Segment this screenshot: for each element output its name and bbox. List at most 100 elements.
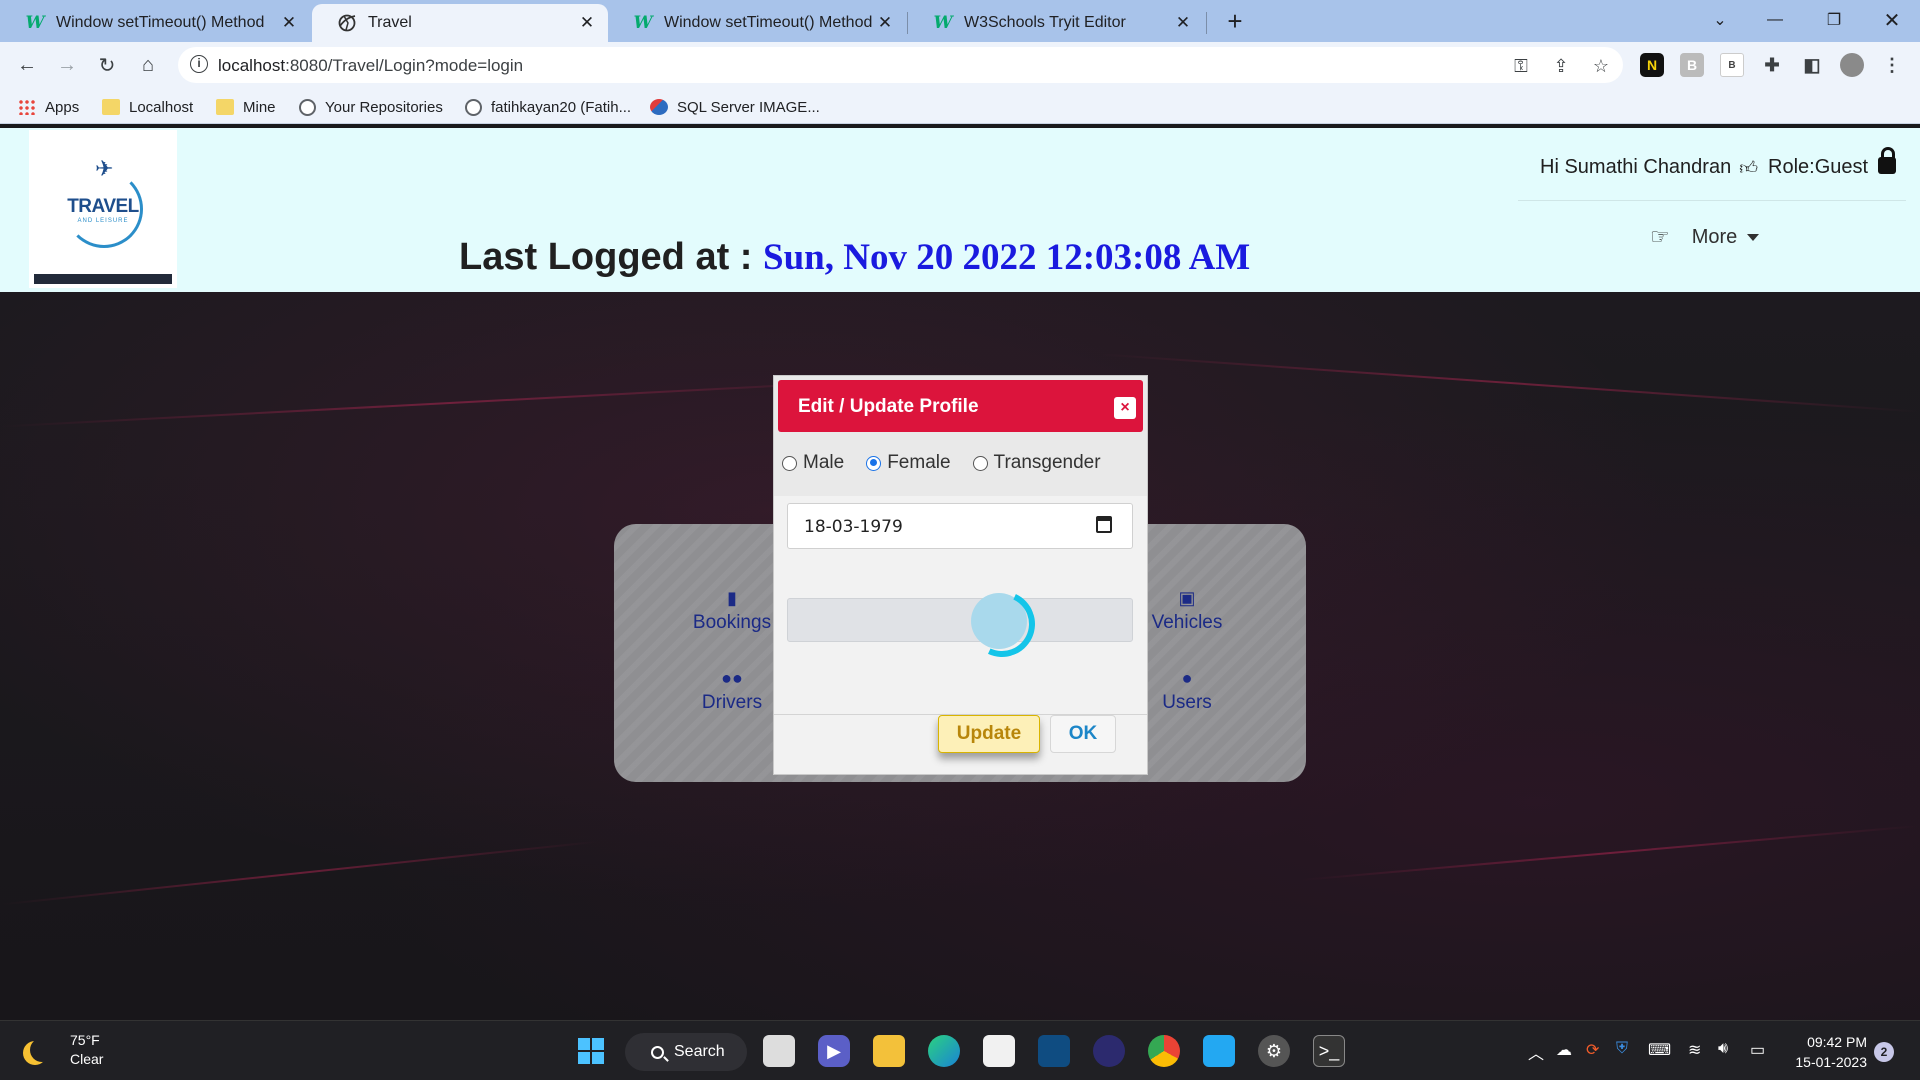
- onedrive-icon[interactable]: ☁: [1556, 1040, 1572, 1060]
- restore-icon[interactable]: ❐: [1806, 0, 1862, 40]
- close-icon[interactable]: ✕: [280, 13, 298, 33]
- date-of-birth-input[interactable]: 18-03-1979: [787, 503, 1133, 549]
- weather-widget[interactable]: 75°F Clear: [22, 1031, 103, 1069]
- forward-icon[interactable]: →: [52, 50, 82, 80]
- tray-overflow-icon[interactable]: ︿: [1528, 1040, 1544, 1064]
- tab-title: Window setTimeout() Method: [56, 14, 265, 31]
- back-icon[interactable]: ←: [12, 50, 42, 80]
- logo-word: TRAVEL: [67, 196, 139, 217]
- close-icon[interactable]: ✕: [578, 13, 596, 33]
- bookmark-sql-server[interactable]: SQL Server IMAGE...: [650, 96, 820, 118]
- logo-footer-bar: [34, 274, 172, 284]
- user-greeting: Hi Sumathi Chandran: [1540, 156, 1732, 178]
- extension-icon[interactable]: N: [1640, 53, 1664, 77]
- extension-b-icon[interactable]: B: [1680, 53, 1704, 77]
- browser-tab-active[interactable]: Travel ✕: [312, 4, 608, 42]
- last-logged-timestamp: Sun, Nov 20 2022 12:03:08 AM: [763, 237, 1251, 278]
- chat-icon[interactable]: ▶: [818, 1035, 850, 1067]
- taskbar-clock[interactable]: 09:42 PM 15-01-2023: [1787, 1032, 1867, 1072]
- tab-title: Window setTimeout() Method: [664, 14, 873, 31]
- edit-profile-modal: Edit / Update Profile × Male Female Tran…: [773, 375, 1148, 775]
- browser-tab-strip: W Window setTimeout() Method ✕ Travel ✕ …: [0, 0, 1920, 42]
- gender-label-female: Female: [887, 452, 951, 473]
- extension-b-small-icon[interactable]: B: [1720, 53, 1744, 77]
- browser-tab[interactable]: W Window setTimeout() Method ✕: [608, 4, 906, 42]
- bookmark-fatihkayan[interactable]: fatihkayan20 (Fatih...: [465, 96, 631, 118]
- bookmark-star-icon[interactable]: ☆: [1590, 55, 1612, 77]
- header-divider: [1518, 200, 1906, 201]
- search-label: Search: [674, 1043, 725, 1060]
- notification-badge[interactable]: 2: [1874, 1042, 1894, 1062]
- bookmarks-bar: Apps Localhost Mine Your Repositories fa…: [0, 88, 1920, 124]
- key-icon[interactable]: ⚿: [1510, 55, 1532, 77]
- close-icon[interactable]: ×: [1114, 397, 1136, 419]
- background-streak: [0, 378, 900, 428]
- file-explorer-icon[interactable]: [873, 1035, 905, 1067]
- volume-icon[interactable]: 🔊︎: [1718, 1040, 1728, 1058]
- terminal-icon[interactable]: >_: [1313, 1035, 1345, 1067]
- wifi-icon[interactable]: ≋: [1688, 1040, 1701, 1060]
- bookmark-localhost[interactable]: Localhost: [102, 96, 193, 118]
- home-icon[interactable]: ⌂: [133, 50, 163, 80]
- address-bar[interactable]: i localhost:8080/Travel/Login?mode=login…: [178, 47, 1623, 83]
- weather-text: 75°F Clear: [70, 1031, 103, 1069]
- minimize-icon[interactable]: —: [1747, 0, 1803, 40]
- vscode-icon[interactable]: [1203, 1035, 1235, 1067]
- more-dropdown[interactable]: ☞ More: [1650, 224, 1760, 250]
- battery-icon[interactable]: ▭: [1750, 1040, 1765, 1060]
- gender-radio-transgender[interactable]: [972, 455, 988, 471]
- store-icon[interactable]: [983, 1035, 1015, 1067]
- github-icon: [299, 98, 316, 116]
- site-header: ✈ TRAVEL AND LEISURE Last Logged at : Su…: [0, 128, 1920, 292]
- taskbar-search[interactable]: Search: [625, 1033, 747, 1071]
- reload-icon[interactable]: ↻: [92, 50, 122, 80]
- bookmark-repositories[interactable]: Your Repositories: [299, 96, 443, 118]
- close-icon[interactable]: ✕: [876, 13, 894, 33]
- update-button[interactable]: Update: [938, 715, 1040, 753]
- ok-button[interactable]: OK: [1050, 715, 1116, 753]
- url-text: localhost:8080/Travel/Login?mode=login: [218, 56, 524, 75]
- new-tab-icon[interactable]: +: [1220, 6, 1250, 36]
- airplane-icon: ✈: [95, 156, 114, 181]
- apps-grid-icon: [18, 99, 36, 115]
- task-view-icon[interactable]: [763, 1035, 795, 1067]
- bookmark-apps[interactable]: Apps: [18, 96, 79, 118]
- last-logged-heading: Last Logged at : Sun, Nov 20 2022 12:03:…: [459, 236, 1250, 279]
- side-panel-icon[interactable]: ◧: [1800, 53, 1824, 77]
- sql-management-icon[interactable]: [1038, 1035, 1070, 1067]
- gender-radio-female[interactable]: [866, 455, 882, 471]
- edge-icon[interactable]: [928, 1035, 960, 1067]
- gender-radio-male[interactable]: [782, 455, 797, 471]
- chrome-icon[interactable]: [1148, 1035, 1180, 1067]
- tab-search-chevron-icon[interactable]: ⌄: [1692, 0, 1748, 40]
- gender-label-male: Male: [803, 452, 845, 473]
- site-info-icon[interactable]: i: [190, 55, 208, 73]
- lock-icon[interactable]: [1878, 147, 1897, 174]
- close-icon[interactable]: ✕: [1174, 13, 1192, 33]
- eclipse-icon[interactable]: [1093, 1035, 1125, 1067]
- search-icon: [651, 1045, 664, 1059]
- tab-divider: [1206, 12, 1207, 34]
- defender-shield-icon[interactable]: ⛨: [1616, 1040, 1628, 1058]
- keyboard-icon[interactable]: ⌨: [1648, 1040, 1671, 1060]
- bookmark-mine[interactable]: Mine: [216, 96, 276, 118]
- settings-gear-icon[interactable]: ⚙: [1258, 1035, 1290, 1067]
- weather-desc: Clear: [70, 1051, 104, 1067]
- share-icon[interactable]: ⇪: [1550, 55, 1572, 77]
- extensions-puzzle-icon[interactable]: ✚: [1760, 53, 1784, 77]
- browser-tab[interactable]: W W3Schools Tryit Editor ✕: [908, 4, 1204, 42]
- caret-down-icon: [1747, 233, 1760, 241]
- weather-temp: 75°F: [70, 1032, 100, 1048]
- profile-avatar[interactable]: [1840, 53, 1864, 77]
- background-streak: [1100, 353, 1920, 413]
- gender-radio-group: Male Female Transgender: [774, 432, 1147, 494]
- window-close-icon[interactable]: ✕: [1864, 0, 1920, 40]
- sql-server-icon: [650, 99, 668, 115]
- start-icon[interactable]: [575, 1035, 607, 1067]
- browser-tab[interactable]: W Window setTimeout() Method ✕: [0, 4, 310, 42]
- travel-logo[interactable]: ✈ TRAVEL AND LEISURE: [29, 130, 177, 288]
- menu-kebab-icon[interactable]: ⋮: [1880, 53, 1904, 77]
- sync-icon[interactable]: ⟳: [1586, 1040, 1599, 1060]
- last-logged-label: Last Logged at :: [459, 236, 753, 278]
- calendar-icon[interactable]: [1096, 516, 1112, 533]
